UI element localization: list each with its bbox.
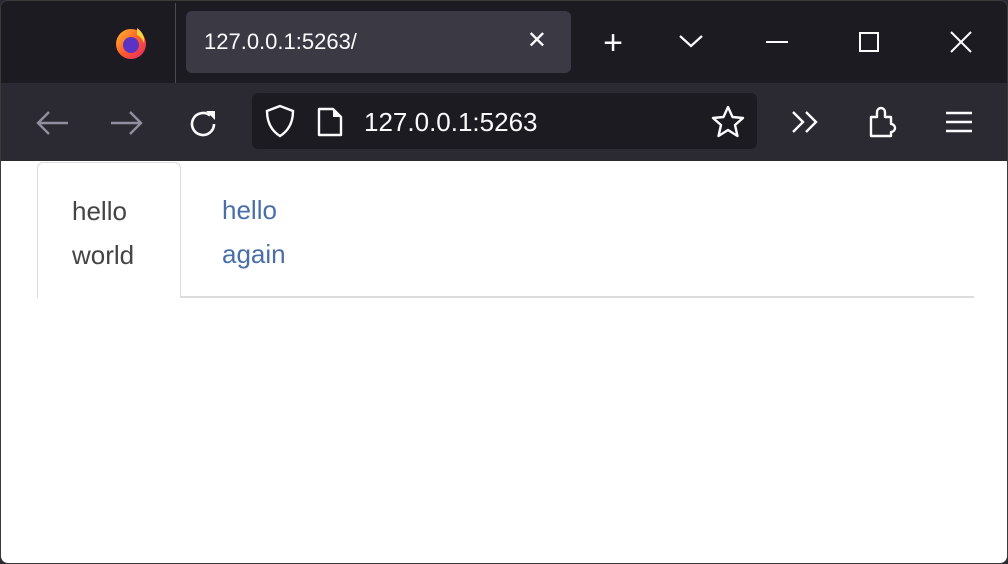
- separator: [175, 3, 176, 83]
- browser-window: 127.0.0.1:5263/ ✕ + 127.0.0.1:5263 hello…: [0, 0, 1008, 564]
- tab-label-line1: hello: [222, 195, 277, 225]
- extensions-icon[interactable]: [866, 105, 900, 139]
- tab-label-line2: world: [72, 240, 135, 270]
- star-icon[interactable]: [710, 104, 746, 140]
- page-content: hello world hello again: [1, 161, 1007, 563]
- plus-icon[interactable]: +: [595, 24, 631, 62]
- close-icon[interactable]: ✕: [527, 29, 547, 53]
- shield-icon[interactable]: [264, 104, 296, 138]
- forward-icon[interactable]: [109, 109, 145, 137]
- menu-icon[interactable]: [944, 110, 974, 134]
- back-icon[interactable]: [34, 109, 70, 137]
- overflow-icon[interactable]: [790, 109, 822, 135]
- url-bar[interactable]: 127.0.0.1:5263: [252, 93, 757, 149]
- tab-label-line2: again: [222, 239, 286, 269]
- page-icon: [317, 107, 343, 137]
- maximize-icon[interactable]: [859, 32, 879, 52]
- tab-bar: 127.0.0.1:5263/ ✕ +: [1, 1, 1007, 83]
- firefox-logo-icon: [116, 28, 146, 59]
- tab-title: 127.0.0.1:5263/: [204, 29, 357, 54]
- tab-hello-again[interactable]: hello again: [222, 188, 286, 276]
- browser-tab[interactable]: 127.0.0.1:5263/ ✕: [186, 11, 571, 73]
- tab-hello-world[interactable]: hello world: [37, 162, 181, 298]
- minimize-icon[interactable]: [766, 41, 788, 43]
- url-text[interactable]: 127.0.0.1:5263: [364, 107, 538, 138]
- close-window-icon[interactable]: [949, 30, 973, 54]
- tab-label-line1: hello: [72, 196, 127, 226]
- nav-toolbar: 127.0.0.1:5263: [1, 83, 1007, 161]
- chevron-down-icon[interactable]: [677, 31, 705, 51]
- reload-icon[interactable]: [186, 107, 220, 141]
